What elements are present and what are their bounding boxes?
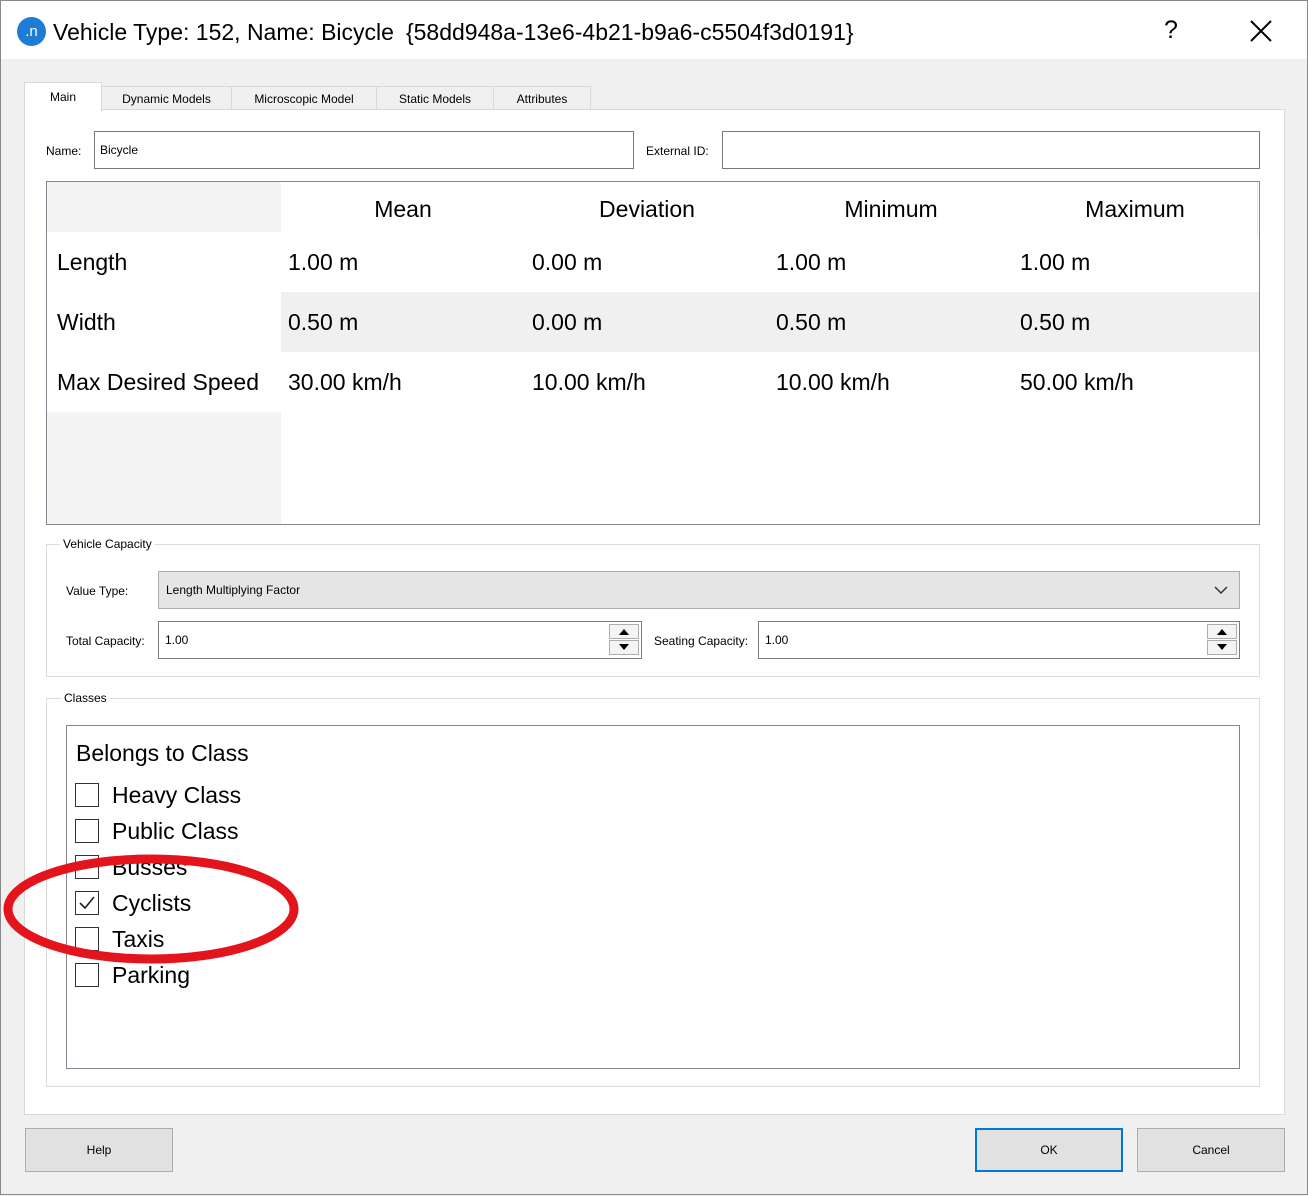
cell-length-mean[interactable]: 1.00 m — [281, 232, 525, 292]
spin-up-icon[interactable] — [1207, 624, 1237, 639]
column-header-deviation[interactable]: Deviation — [525, 182, 770, 237]
row-label-max-desired-speed: Max Desired Speed — [47, 352, 281, 412]
help-button[interactable]: Help — [25, 1128, 173, 1172]
dialog-window: .n Vehicle Type: 152, Name: Bicycle {58dd… — [0, 0, 1308, 1195]
name-input[interactable]: Bicycle — [94, 131, 634, 169]
spin-down-icon[interactable] — [1207, 640, 1237, 655]
window-guid: {58dd948a-13e6-4b21-b9a6-c5504f3d0191} — [405, 19, 854, 45]
total-capacity-label: Total Capacity: — [66, 634, 145, 648]
class-label-taxis: Taxis — [112, 926, 165, 952]
seating-capacity-value: 1.00 — [765, 633, 789, 647]
column-header-mean[interactable]: Mean — [281, 182, 526, 237]
checkbox-taxis[interactable] — [75, 927, 99, 951]
spin-up-icon[interactable] — [609, 624, 639, 639]
name-label: Name: — [46, 144, 82, 158]
class-list: Belongs to Class Heavy Class Public Clas… — [66, 725, 1240, 1069]
class-label-parking: Parking — [112, 962, 190, 988]
tab-microscopic-model[interactable]: Microscopic Model — [231, 86, 377, 110]
tab-static-models[interactable]: Static Models — [376, 86, 494, 110]
checkmark-icon — [79, 896, 95, 910]
checkbox-public-class[interactable] — [75, 819, 99, 843]
app-icon: .n — [17, 17, 46, 46]
value-type-selected: Length Multiplying Factor — [166, 583, 301, 597]
external-id-label: External ID: — [646, 144, 709, 158]
cell-length-maximum[interactable]: 1.00 m — [1013, 232, 1257, 292]
total-capacity-stepper[interactable]: 1.00 — [158, 621, 642, 659]
help-icon[interactable]: ? — [1156, 13, 1186, 47]
class-label-busses: Busses — [112, 854, 188, 880]
dimensions-grid: Mean Deviation Minimum Maximum Length 1.… — [46, 181, 1260, 525]
column-header-maximum[interactable]: Maximum — [1013, 182, 1258, 237]
external-id-input[interactable] — [722, 131, 1260, 169]
tab-dynamic-models[interactable]: Dynamic Models — [101, 86, 232, 110]
class-label-cyclists: Cyclists — [112, 890, 192, 916]
class-label-heavy: Heavy Class — [112, 782, 242, 808]
column-header-minimum[interactable]: Minimum — [769, 182, 1014, 237]
class-list-header: Belongs to Class — [76, 740, 249, 766]
row-label-width: Width — [47, 292, 281, 352]
row-label-length: Length — [47, 232, 281, 292]
checkbox-heavy-class[interactable] — [75, 783, 99, 807]
chevron-down-icon — [1213, 583, 1229, 597]
checkbox-busses[interactable] — [75, 855, 99, 879]
title-bar: .n Vehicle Type: 152, Name: Bicycle {58dd… — [1, 1, 1307, 59]
value-type-label: Value Type: — [66, 584, 129, 598]
cell-length-deviation[interactable]: 0.00 m — [525, 232, 769, 292]
cell-width-mean[interactable]: 0.50 m — [281, 292, 525, 352]
ok-button[interactable]: OK — [975, 1128, 1123, 1172]
spin-down-icon[interactable] — [609, 640, 639, 655]
window-title-text: Vehicle Type: 152, Name: Bicycle — [53, 19, 394, 45]
vehicle-capacity-title: Vehicle Capacity — [60, 537, 155, 551]
total-capacity-value: 1.00 — [165, 633, 189, 647]
total-capacity-spin-buttons — [609, 624, 639, 656]
cell-speed-maximum[interactable]: 50.00 km/h — [1013, 352, 1257, 412]
cell-width-minimum[interactable]: 0.50 m — [769, 292, 1013, 352]
cell-speed-deviation[interactable]: 10.00 km/h — [525, 352, 769, 412]
seating-capacity-spin-buttons — [1207, 624, 1237, 656]
cell-width-maximum[interactable]: 0.50 m — [1013, 292, 1257, 352]
classes-title: Classes — [61, 691, 110, 705]
tab-main[interactable]: Main — [24, 82, 102, 111]
class-label-public: Public Class — [112, 818, 239, 844]
tab-attributes[interactable]: Attributes — [493, 86, 591, 110]
cell-speed-mean[interactable]: 30.00 km/h — [281, 352, 525, 412]
close-icon[interactable] — [1241, 11, 1281, 51]
seating-capacity-stepper[interactable]: 1.00 — [758, 621, 1240, 659]
checkbox-parking[interactable] — [75, 963, 99, 987]
cell-speed-minimum[interactable]: 10.00 km/h — [769, 352, 1013, 412]
cell-length-minimum[interactable]: 1.00 m — [769, 232, 1013, 292]
checkbox-cyclists[interactable] — [75, 891, 99, 915]
value-type-select[interactable]: Length Multiplying Factor — [158, 571, 1240, 609]
seating-capacity-label: Seating Capacity: — [654, 634, 749, 648]
cancel-button[interactable]: Cancel — [1137, 1128, 1285, 1172]
cell-width-deviation[interactable]: 0.00 m — [525, 292, 769, 352]
window-title: Vehicle Type: 152, Name: Bicycle {58dd948… — [53, 17, 854, 47]
